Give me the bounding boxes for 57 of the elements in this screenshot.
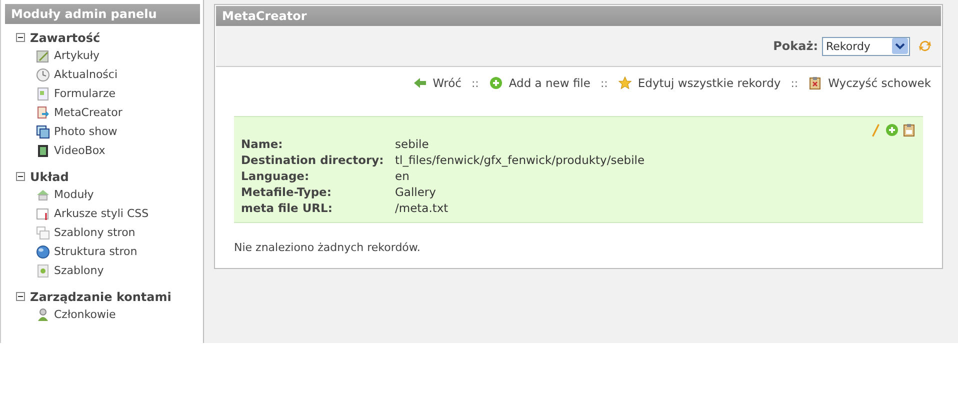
show-select[interactable]: Rekordy xyxy=(822,36,910,56)
pencil-icon xyxy=(36,48,50,62)
sidebar-item[interactable]: Artykuły xyxy=(54,49,100,62)
add-icon xyxy=(488,76,503,90)
panel-title: MetaCreator xyxy=(216,6,941,26)
field-label: meta file URL: xyxy=(241,201,334,215)
film-icon xyxy=(36,144,50,158)
sidebar-item[interactable]: Struktura stron xyxy=(54,245,138,258)
sidebar-item[interactable]: Moduły xyxy=(54,188,94,201)
sidebar-item[interactable]: Szablony stron xyxy=(54,226,136,239)
form-icon xyxy=(36,86,50,100)
sidebar-item[interactable]: Aktualności xyxy=(54,68,118,81)
photos-icon xyxy=(36,124,50,138)
clock-icon xyxy=(36,68,50,82)
layout-icon xyxy=(36,226,50,240)
collapse-icon[interactable] xyxy=(16,33,25,42)
action-link[interactable]: Add a new file xyxy=(488,76,590,90)
user-icon xyxy=(36,308,50,322)
collapse-icon[interactable] xyxy=(16,172,25,181)
back-arrow-icon xyxy=(412,76,427,90)
field-value: /meta.txt xyxy=(395,201,450,215)
filter-label: Pokaż: xyxy=(773,39,818,53)
group-heading[interactable]: Zarządzanie kontami xyxy=(30,290,172,304)
clipboard-icon[interactable] xyxy=(902,123,916,137)
add-icon[interactable] xyxy=(885,123,899,137)
sidebar-item[interactable]: Członkowie xyxy=(54,308,116,321)
separator: :: xyxy=(600,76,608,90)
sidebar-title: Moduły admin panelu xyxy=(5,4,200,24)
field-label: Name: xyxy=(241,137,284,151)
field-value: Gallery xyxy=(395,185,437,199)
action-link[interactable]: Edytuj wszystkie rekordy xyxy=(618,76,781,90)
group-heading[interactable]: Układ xyxy=(30,170,69,184)
sidebar-item[interactable]: Szablony xyxy=(54,264,104,277)
group-heading[interactable]: Zawartość xyxy=(30,30,100,44)
sidebar-item[interactable]: Formularze xyxy=(54,87,116,100)
action-link[interactable]: Wyczyść schowek xyxy=(808,76,931,90)
clipboard-icon xyxy=(808,76,822,90)
separator: :: xyxy=(471,76,479,90)
field-value: sebile xyxy=(395,137,430,151)
field-label: Metafile-Type: xyxy=(241,185,332,199)
field-label: Language: xyxy=(241,169,310,183)
collapse-icon[interactable] xyxy=(16,292,25,301)
empty-message: Nie znaleziono żadnych rekordów. xyxy=(234,241,422,254)
field-value: en xyxy=(395,169,410,183)
page-icon xyxy=(36,206,50,220)
sidebar-item[interactable]: MetaCreator xyxy=(54,106,122,119)
globe-icon xyxy=(36,244,50,258)
sidebar-item[interactable]: VideoBox xyxy=(54,144,106,157)
star-icon xyxy=(618,76,632,90)
sidebar-item[interactable]: Photo show xyxy=(54,125,118,138)
document-arrow-icon xyxy=(36,106,50,120)
field-value: tl_files/fenwick/gfx_fenwick/produkty/sebile xyxy=(395,153,646,167)
sidebar-item[interactable]: Arkusze styli CSS xyxy=(54,207,149,220)
house-icon xyxy=(36,188,50,202)
field-label: Destination directory: xyxy=(241,153,385,167)
separator: :: xyxy=(790,76,798,90)
action-link[interactable]: Wróć xyxy=(412,76,462,90)
